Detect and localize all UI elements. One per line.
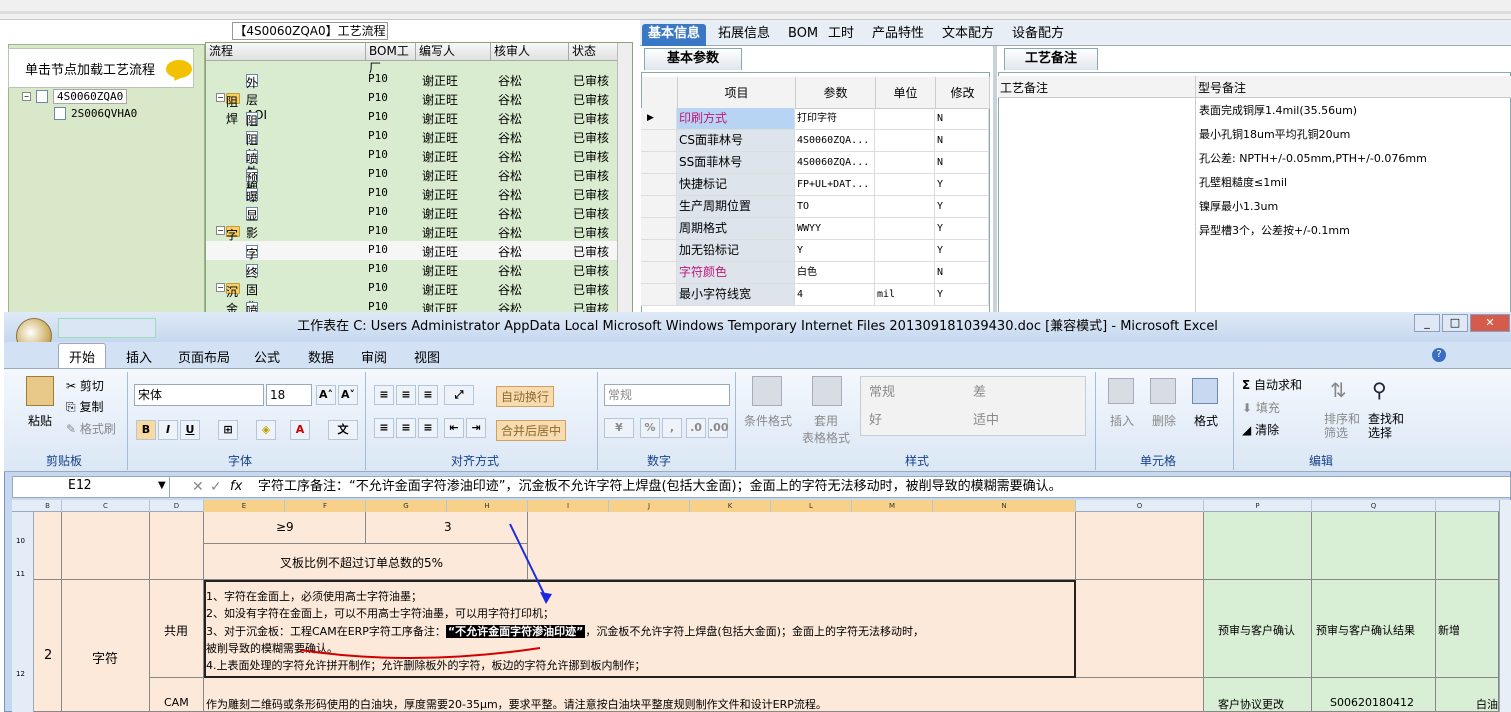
blue-arrow bbox=[509, 523, 547, 599]
red-underline bbox=[299, 647, 541, 660]
worksheet-vscroll[interactable] bbox=[1499, 500, 1511, 712]
blue-arrow-head bbox=[540, 592, 552, 604]
annotation-overlay bbox=[299, 523, 552, 660]
